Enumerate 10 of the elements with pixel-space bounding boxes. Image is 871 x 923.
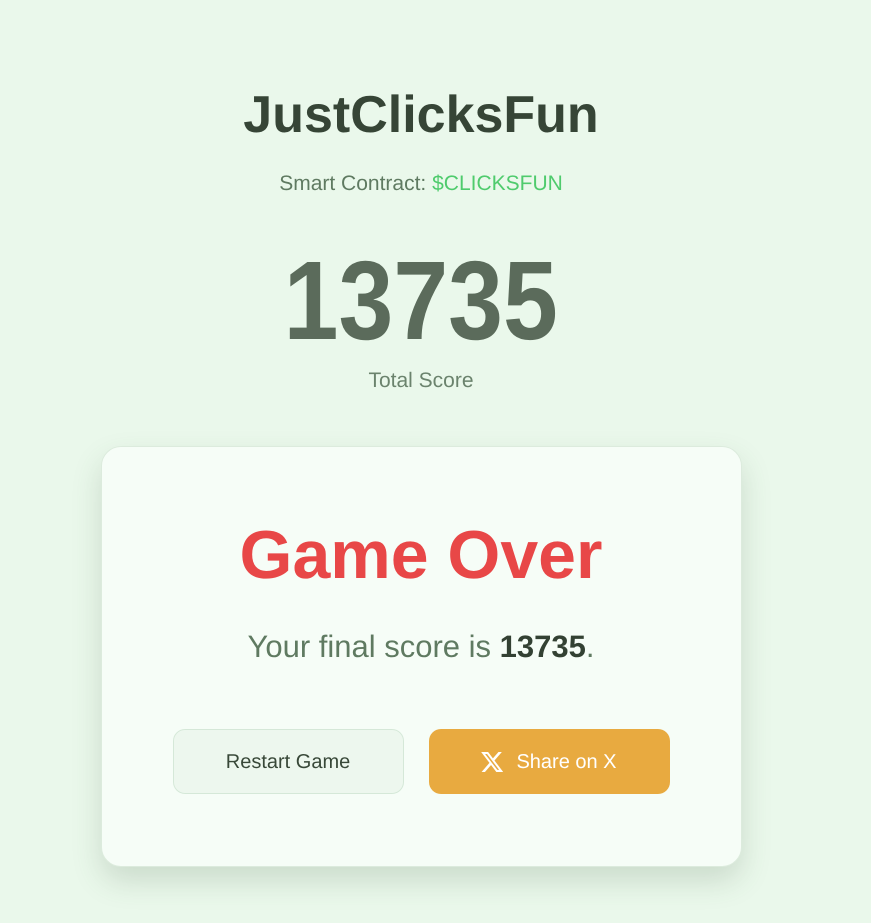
contract-address-link[interactable]: $CLICKSFUN: [432, 172, 563, 195]
total-score-value: 13735: [284, 245, 558, 357]
page-title: JustClicksFun: [243, 89, 599, 141]
final-score-message: Your final score is 13735.: [248, 629, 594, 665]
restart-button[interactable]: Restart Game: [172, 729, 404, 794]
share-button[interactable]: Share on X: [428, 729, 670, 794]
total-score-label: Total Score: [368, 368, 474, 394]
x-logo-icon: [481, 752, 504, 772]
game-over-title: Game Over: [240, 521, 602, 589]
contract-label: Smart Contract:: [279, 172, 426, 195]
